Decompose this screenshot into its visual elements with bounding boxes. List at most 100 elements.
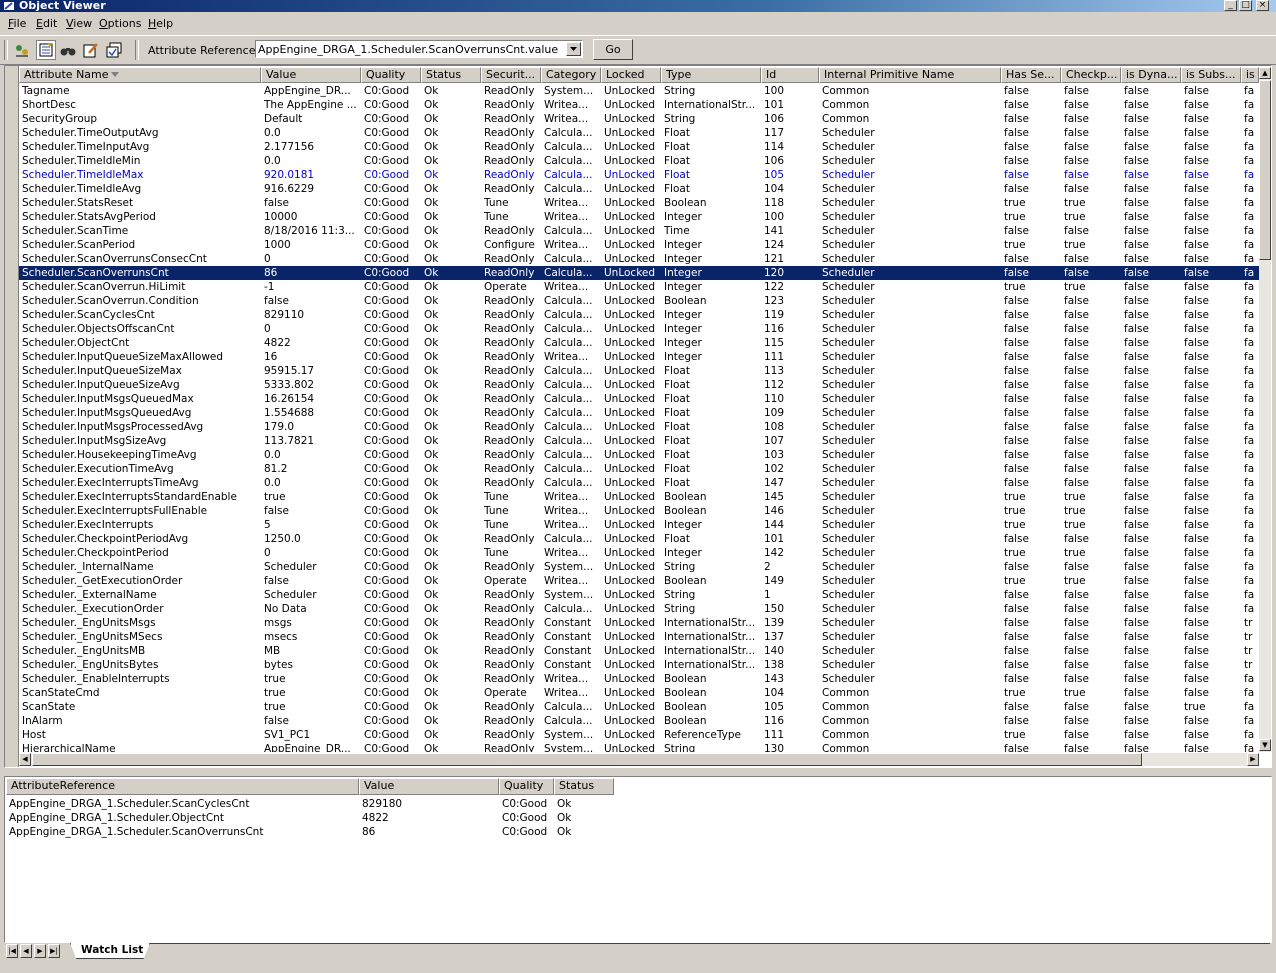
table-row[interactable]: Scheduler.TimeIdleMin 0.0 C0:Good Ok ReadOnl… [19,154,1259,168]
table-row[interactable]: Scheduler._ExecutionOrder No Data C0:Good O… [19,602,1259,616]
table-row[interactable]: Scheduler.ScanOverrun.HiLimit -1 C0:Good Ok… [19,280,1259,294]
table-row[interactable]: ScanStateCmd true C0:Good Ok Operate Writea..… [19,686,1259,700]
vertical-scroll-thumb[interactable] [1259,80,1271,260]
table-row[interactable]: Scheduler.ScanTime 8/18/2016 11:3... C0:Go… [19,224,1259,238]
attribute-reference-input[interactable] [258,42,563,56]
col-checkpoint[interactable]: Checkp... [1061,67,1121,83]
table-row[interactable]: Scheduler.CheckpointPeriodAvg 1250.0 C0:Go… [19,532,1259,546]
table-row[interactable]: Scheduler.ScanOverrunsCnt 86 C0:Good Ok Read… [19,266,1259,280]
table-row[interactable]: Scheduler.TimeOutputAvg 0.0 C0:Good Ok ReadO… [19,126,1259,140]
watch-row[interactable]: AppEngine_DRGA_1.Scheduler.ScanCyclesCnt… [6,797,1270,811]
col-internal-primitive-name[interactable]: Internal Primitive Name [819,67,1001,83]
table-row[interactable]: Scheduler.TimeIdleMax 920.0181 C0:Good Ok Re… [19,168,1259,182]
col-type[interactable]: Type [661,67,761,83]
attribute-reference-dropdown[interactable] [566,42,581,56]
close-button[interactable]: × [1256,0,1269,11]
table-row[interactable]: Scheduler.InputQueueSizeMaxAllowed 16 C0:G… [19,350,1259,364]
table-row[interactable]: Scheduler.ScanOverrunsConsecCnt 0 C0:Good O… [19,252,1259,266]
horizontal-scroll-thumb[interactable] [32,753,1142,766]
watch-col-status[interactable]: Status [554,778,614,795]
attribute-grid[interactable]: Attribute Name Value Quality Status Secu… [4,65,1272,768]
col-has-security[interactable]: Has Se... [1001,67,1061,83]
table-row[interactable]: Scheduler.InputMsgsProcessedAvg 179.0 C0:G… [19,420,1259,434]
menu-edit[interactable]: Edit [36,17,57,30]
table-row[interactable]: Scheduler._EngUnitsBytes bytes C0:Good Ok Re… [19,658,1259,672]
table-row[interactable]: Scheduler.StatsAvgPeriod 10000 C0:Good Ok Tu… [19,210,1259,224]
watch-col-quality[interactable]: Quality [499,778,554,795]
watch-col-value[interactable]: Value [359,778,499,795]
table-row[interactable]: SecurityGroup Default C0:Good Ok ReadOnly Wri… [19,112,1259,126]
table-row[interactable]: Host SV1_PC1 C0:Good Ok ReadOnly System... UnL… [19,728,1259,742]
table-row[interactable]: Scheduler.InputMsgsQueuedAvg 1.554688 C0:G… [19,406,1259,420]
table-row[interactable]: Scheduler.TimeInputAvg 2.177156 C0:Good Ok R… [19,140,1259,154]
table-row[interactable]: Scheduler.HousekeepingTimeAvg 0.0 C0:Good O… [19,448,1259,462]
col-is-subscribed[interactable]: is Subs... [1181,67,1241,83]
table-row[interactable]: Scheduler._EngUnitsMB MB C0:Good Ok ReadOnly… [19,644,1259,658]
menu-options[interactable]: Options [99,17,141,30]
watch-col-attribute-reference[interactable]: AttributeReference [6,778,359,795]
table-row[interactable]: HierarchicalName AppEngine_DR... C0:Good Ok… [19,742,1259,752]
minimize-button[interactable]: _ [1224,0,1237,11]
table-row[interactable]: Scheduler.ExecInterrupts 5 C0:Good Ok Tune Wr… [19,518,1259,532]
watch-icon[interactable] [105,41,123,59]
menu-file[interactable]: File [8,17,26,30]
table-row[interactable]: Scheduler.ExecutionTimeAvg 81.2 C0:Good Ok R… [19,462,1259,476]
table-row[interactable]: ScanState true C0:Good Ok ReadOnly Calcula...… [19,700,1259,714]
menu-help[interactable]: Help [148,17,173,30]
col-locked[interactable]: Locked [601,67,661,83]
table-row[interactable]: Scheduler._ExternalName Scheduler C0:Good O… [19,588,1259,602]
scroll-left-button[interactable]: ◀ [19,753,31,766]
table-row[interactable]: Scheduler.ExecInterruptsFullEnable false C… [19,504,1259,518]
table-row[interactable]: Scheduler.ScanOverrun.Condition false C0:G… [19,294,1259,308]
table-row[interactable]: Scheduler.InputMsgsQueuedMax 16.26154 C0:G… [19,392,1259,406]
table-row[interactable]: Scheduler.ScanPeriod 1000 C0:Good Ok Configu… [19,238,1259,252]
watch-row[interactable]: AppEngine_DRGA_1.Scheduler.ScanOverrunsC… [6,825,1270,839]
table-row[interactable]: Scheduler.TimeIdleAvg 916.6229 C0:Good Ok Re… [19,182,1259,196]
col-value[interactable]: Value [261,67,361,83]
table-row[interactable]: Scheduler.InputQueueSizeMax 95915.17 C0:Go… [19,364,1259,378]
table-row[interactable]: Tagname AppEngine_DR... C0:Good Ok ReadOnly S… [19,84,1259,98]
col-is-dynamic[interactable]: is Dyna... [1121,67,1181,83]
table-row[interactable]: ShortDesc The AppEngine ... C0:Good Ok ReadO… [19,98,1259,112]
maximize-button[interactable]: □ [1239,0,1252,11]
scroll-right-button[interactable]: ▶ [1247,753,1259,766]
go-button[interactable]: Go [593,39,633,60]
title-bar[interactable]: Object Viewer _ □ × [0,0,1276,12]
table-row[interactable]: Scheduler.StatsReset false C0:Good Ok Tune Wr… [19,196,1259,210]
table-row[interactable]: Scheduler.InputMsgSizeAvg 113.7821 C0:Good… [19,434,1259,448]
tab-next-button[interactable]: ▶ [34,944,46,958]
watch-list-panel[interactable]: AttributeReference Value Quality Status … [4,776,1272,943]
horizontal-scrollbar[interactable]: ◀ ▶ [19,753,1259,766]
table-row[interactable]: Scheduler._EngUnitsMSecs msecs C0:Good Ok Re… [19,630,1259,644]
tab-first-button[interactable]: |◀ [6,944,18,958]
scroll-up-button[interactable]: ▲ [1259,67,1271,79]
col-attribute-name[interactable]: Attribute Name [19,67,261,83]
vertical-scrollbar[interactable]: ▲ ▼ [1259,67,1271,752]
table-row[interactable]: Scheduler.CheckpointPeriod 0 C0:Good Ok Tune… [19,546,1259,560]
table-row[interactable]: Scheduler.ExecInterruptsTimeAvg 0.0 C0:Goo… [19,476,1259,490]
find-icon[interactable] [59,41,77,59]
table-row[interactable]: InAlarm false C0:Good Ok ReadOnly Calcula... U… [19,714,1259,728]
filter-icon[interactable] [36,40,56,60]
table-row[interactable]: Scheduler.ObjectCnt 4822 C0:Good Ok ReadOnly… [19,336,1259,350]
tab-prev-button[interactable]: ◀ [20,944,32,958]
col-security[interactable]: Securit... [481,67,541,83]
table-row[interactable]: Scheduler._EnableInterrupts true C0:Good Ok… [19,672,1259,686]
col-id[interactable]: Id [761,67,819,83]
col-is[interactable]: is [1241,67,1259,83]
table-row[interactable]: Scheduler.InputQueueSizeAvg 5333.802 C0:Go… [19,378,1259,392]
col-category[interactable]: Category [541,67,601,83]
table-row[interactable]: Scheduler.ScanCyclesCnt 829110 C0:Good Ok Re… [19,308,1259,322]
scroll-down-button[interactable]: ▼ [1259,739,1271,751]
attribute-reference-combo[interactable] [255,40,583,58]
browse-icon[interactable] [13,41,31,59]
table-row[interactable]: Scheduler.ObjectsOffscanCnt 0 C0:Good Ok Rea… [19,322,1259,336]
table-row[interactable]: Scheduler._InternalName Scheduler C0:Good O… [19,560,1259,574]
table-row[interactable]: Scheduler.ExecInterruptsStandardEnable tr… [19,490,1259,504]
table-row[interactable]: Scheduler._GetExecutionOrder false C0:Good… [19,574,1259,588]
pane-splitter[interactable] [0,769,1276,775]
edit-icon[interactable] [82,41,100,59]
col-quality[interactable]: Quality [361,67,421,83]
tab-last-button[interactable]: ▶| [48,944,60,958]
watch-row[interactable]: AppEngine_DRGA_1.Scheduler.ObjectCnt 4822… [6,811,1270,825]
